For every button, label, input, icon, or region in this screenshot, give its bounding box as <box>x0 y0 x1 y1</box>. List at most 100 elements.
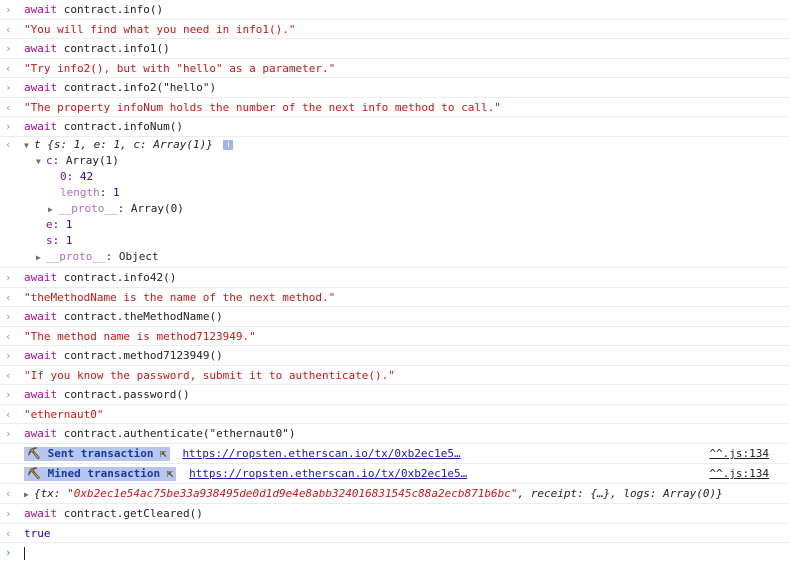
command-text: contract.method7123949() <box>63 349 223 362</box>
input-chevron-icon: › <box>5 427 12 440</box>
await-keyword: await <box>24 310 58 323</box>
output-chevron-icon: ‹ <box>5 527 12 540</box>
input-chevron-icon: › <box>5 81 12 94</box>
input-chevron-icon: › <box>5 42 12 55</box>
property-value: 1 <box>65 218 73 231</box>
input-chevron-icon: › <box>5 349 12 362</box>
transaction-log-row: ⛏ Mined transaction ⇱ https://ropsten.et… <box>0 464 789 484</box>
property-value: 1 <box>113 186 120 199</box>
property-key: length <box>60 186 100 199</box>
await-keyword: await <box>24 271 58 284</box>
expand-right-icon[interactable]: ▶ <box>48 202 58 217</box>
transaction-badge: ⛏ Mined transaction ⇱ <box>24 467 177 481</box>
result-string: "Try info2(), but with "hello" as a para… <box>24 62 336 75</box>
transaction-badge: ⛏ Sent transaction ⇱ <box>24 447 170 461</box>
etherscan-link[interactable]: https://ropsten.etherscan.io/tx/0xb2ec1e… <box>189 467 467 480</box>
tree-node-proto[interactable]: ▶ __proto__: Array(0) <box>0 201 789 217</box>
property-key: s <box>46 234 53 247</box>
expand-right-icon[interactable]: ▶ <box>36 250 46 265</box>
property-type: Array(1) <box>65 154 119 167</box>
tx-hash-string: "0xb2ec1e54ac75be33a938495de0d1d9e4e8abb… <box>67 487 518 500</box>
property-value: Array(0) <box>130 202 184 215</box>
console-output-row: ‹ "theMethodName is the name of the next… <box>0 288 789 307</box>
text-cursor <box>24 546 25 560</box>
await-keyword: await <box>24 120 58 133</box>
console-output-row: ‹ "You will find what you need in info1(… <box>0 20 789 39</box>
command-text: contract.theMethodName() <box>63 310 223 323</box>
console-input-row[interactable]: › await contract.theMethodName() <box>0 307 789 327</box>
tree-node-item: 0: 42 <box>60 170 94 183</box>
expand-down-icon[interactable]: ▼ <box>36 154 46 169</box>
await-keyword: await <box>24 42 58 55</box>
console-input-row[interactable]: › await contract.getCleared() <box>0 504 789 524</box>
result-string: "ethernaut0" <box>24 408 104 421</box>
output-chevron-icon: ‹ <box>5 369 12 382</box>
console-input-row[interactable]: › await contract.password() <box>0 385 789 405</box>
console-input-row[interactable]: › await contract.info42() <box>0 268 789 288</box>
source-location-link[interactable]: ^^.js:134 <box>709 444 769 463</box>
property-key: 0 <box>60 170 67 183</box>
object-tree: ‹ ▼ t {s: 1, e: 1, c: Array(1)} i ▼ c: Arr… <box>0 137 789 268</box>
command-text: contract.info() <box>63 3 164 16</box>
console-output-row: ‹ "ethernaut0" <box>0 405 789 424</box>
property-key: c <box>46 154 53 167</box>
external-arrow-icon: ⇱ <box>166 467 174 480</box>
await-keyword: await <box>24 3 58 16</box>
console-input-row[interactable]: › await contract.info() <box>0 0 789 20</box>
output-chevron-icon: ‹ <box>5 23 12 36</box>
console-output-row: ‹ true <box>0 524 789 543</box>
console-output-row: ‹ "Try info2(), but with "hello" as a pa… <box>0 59 789 78</box>
await-keyword: await <box>24 349 58 362</box>
tree-node-length: length: 1 <box>60 186 120 199</box>
object-class: t <box>34 138 41 151</box>
input-chevron-icon: › <box>5 3 12 16</box>
console-prompt[interactable]: › <box>0 543 789 563</box>
object-open: {tx: <box>34 487 68 500</box>
input-chevron-icon: › <box>5 507 12 520</box>
property-key: e <box>46 218 53 231</box>
command-text: contract.info42() <box>63 271 177 284</box>
object-summary: {s: 1, e: 1, c: Array(1)} <box>47 138 213 151</box>
command-text: contract.info1() <box>63 42 170 55</box>
console-input-row[interactable]: › await contract.info1() <box>0 39 789 59</box>
console-input-row[interactable]: › await contract.infoNum() <box>0 117 789 137</box>
output-chevron-icon: ‹ <box>5 101 12 114</box>
result-string: "The property infoNum holds the number o… <box>24 101 501 114</box>
input-chevron-icon: › <box>5 120 12 133</box>
result-string: "theMethodName is the name of the next m… <box>24 291 336 304</box>
output-chevron-icon: ‹ <box>5 291 12 304</box>
console-output-row: ‹ "If you know the password, submit it t… <box>0 366 789 385</box>
property-key: __proto__ <box>46 250 106 263</box>
await-keyword: await <box>24 427 58 440</box>
tree-node-c[interactable]: ▼ c: Array(1) <box>0 153 789 169</box>
output-chevron-icon: ‹ <box>5 408 12 421</box>
external-arrow-icon: ⇱ <box>160 447 167 460</box>
pickaxe-icon: ⛏ <box>27 447 41 460</box>
console-output-row[interactable]: ‹ ▶ {tx: "0xb2ec1e54ac75be33a938495de0d1d… <box>0 484 789 504</box>
result-string: "You will find what you need in info1().… <box>24 23 296 36</box>
object-summary-row[interactable]: ‹ ▼ t {s: 1, e: 1, c: Array(1)} i <box>0 137 789 153</box>
tree-node-s: s: 1 <box>46 234 73 247</box>
info-icon[interactable]: i <box>223 140 234 150</box>
await-keyword: await <box>24 81 58 94</box>
console-output-row: ‹ "The method name is method7123949." <box>0 327 789 346</box>
property-key: __proto__ <box>58 202 118 215</box>
source-location-link[interactable]: ^^.js:134 <box>709 464 769 483</box>
await-keyword: await <box>24 388 58 401</box>
output-chevron-icon: ‹ <box>5 330 12 343</box>
console-output-row: ‹ "The property infoNum holds the number… <box>0 98 789 117</box>
expand-down-icon[interactable]: ▼ <box>24 138 34 153</box>
console-input-row[interactable]: › await contract.info2("hello") <box>0 78 789 98</box>
result-string: "If you know the password, submit it to … <box>24 369 395 382</box>
console-input-row[interactable]: › await contract.method7123949() <box>0 346 789 366</box>
property-value: 1 <box>65 234 73 247</box>
etherscan-link[interactable]: https://ropsten.etherscan.io/tx/0xb2ec1e… <box>182 447 460 460</box>
expand-right-icon[interactable]: ▶ <box>24 485 34 503</box>
property-value: Object <box>118 250 159 263</box>
tree-node-proto[interactable]: ▶ __proto__: Object <box>0 249 789 265</box>
property-value: 42 <box>79 170 94 183</box>
transaction-label: Sent transaction <box>47 447 154 460</box>
command-text: contract.getCleared() <box>63 507 203 520</box>
input-chevron-icon: › <box>5 388 12 401</box>
console-input-row[interactable]: › await contract.authenticate("ethernaut… <box>0 424 789 444</box>
